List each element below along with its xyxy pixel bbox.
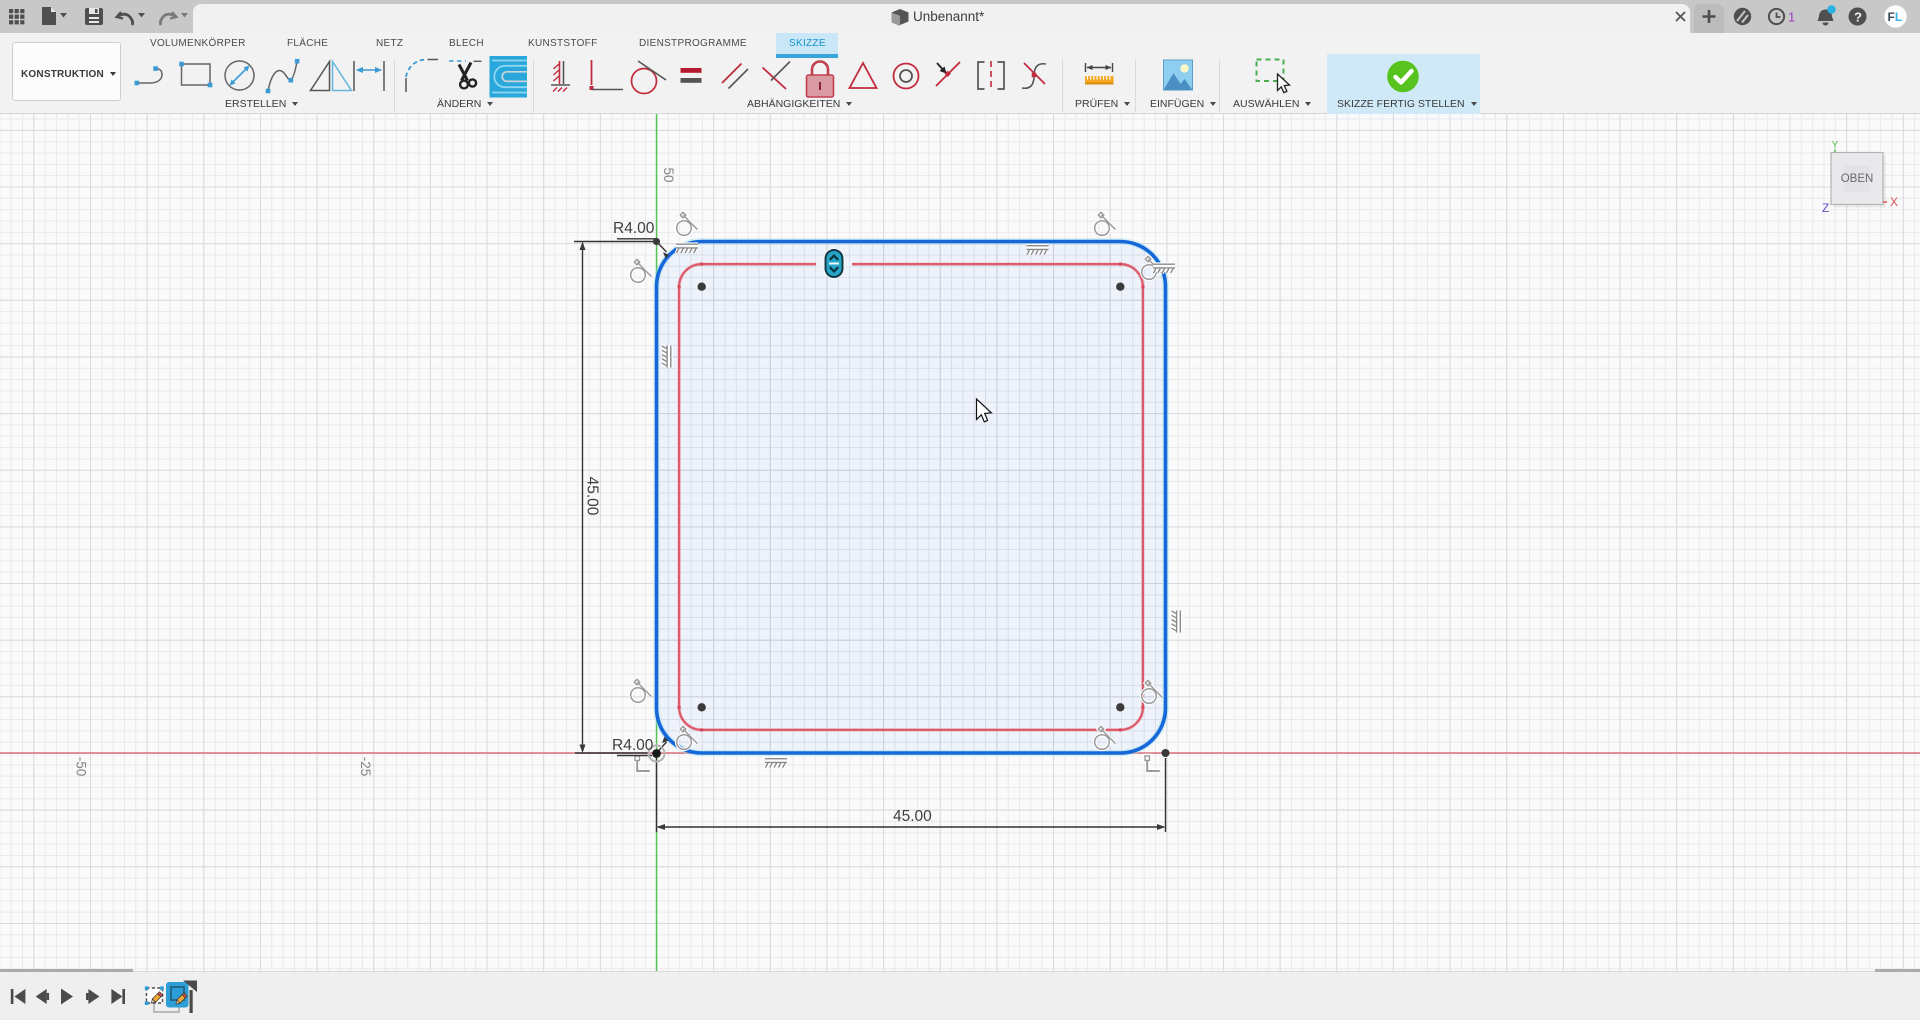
- svg-text:R4.00: R4.00: [613, 220, 655, 237]
- svg-text:45.00: 45.00: [584, 477, 601, 516]
- svg-text:Z: Z: [1822, 201, 1829, 215]
- svg-text:50: 50: [661, 167, 676, 182]
- svg-text:X: X: [1890, 195, 1898, 209]
- svg-text:FL: FL: [1888, 10, 1903, 24]
- svg-text:Y: Y: [1832, 140, 1839, 151]
- svg-text:?: ?: [1854, 10, 1862, 25]
- svg-text:45.00: 45.00: [893, 808, 932, 825]
- svg-text:-25: -25: [358, 757, 373, 777]
- svg-text:R4.00: R4.00: [612, 737, 654, 754]
- svg-text:-50: -50: [74, 757, 89, 777]
- svg-text:OBEN: OBEN: [1841, 173, 1874, 185]
- svg-text:1: 1: [1788, 10, 1795, 25]
